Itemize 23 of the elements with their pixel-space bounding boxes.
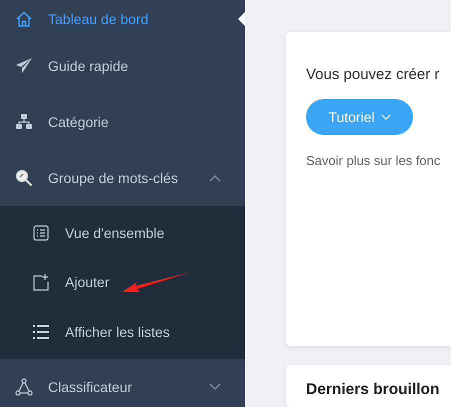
menu-item[interactable]: Guide rapide [0, 38, 245, 94]
paper-plane-icon [15, 57, 33, 75]
add-page-icon [32, 273, 50, 292]
chevron-down-icon[interactable] [209, 382, 221, 390]
search-icon [15, 169, 33, 187]
list-icon [32, 322, 50, 341]
list-box-icon [32, 224, 50, 242]
submenu-item[interactable]: Ajouter [0, 258, 245, 307]
active-indicator [238, 12, 245, 26]
home-icon [15, 10, 33, 28]
chevron-down-icon [380, 114, 391, 120]
submenu-item[interactable]: Vue d'ensemble [0, 208, 245, 258]
chevron-up-icon[interactable] [209, 174, 221, 182]
menu-item[interactable]: Groupe de mots-clés [0, 150, 245, 206]
info-text: Savoir plus sur les fonc [306, 153, 442, 168]
menu-item[interactable]: Tableau de bord [0, 0, 245, 38]
menu-item[interactable]: Catégorie [0, 94, 245, 150]
network-icon [15, 378, 33, 396]
submenu-item[interactable]: Afficher les listes [0, 307, 245, 356]
menu-item[interactable]: Classificateur [0, 358, 245, 407]
hierarchy-icon [15, 113, 33, 131]
card-title: Derniers brouillon [306, 381, 440, 399]
intro-text: Vous pouvez créer r [306, 66, 440, 83]
